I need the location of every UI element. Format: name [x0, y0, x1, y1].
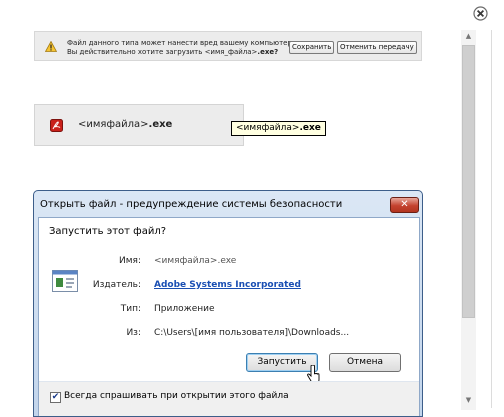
always-ask-label[interactable]: Всегда спрашивать при открытии этого фай… [64, 391, 289, 401]
name-value: <имяфайла>.exe [154, 256, 237, 266]
dialog-footer: ✔ Всегда спрашивать при открытии этого ф… [39, 382, 419, 416]
download-filename-base: <имяфайла> [78, 119, 149, 130]
close-circle-icon[interactable] [473, 6, 488, 21]
scrollbar[interactable]: ▲ ▼ [461, 30, 476, 410]
publisher-link[interactable]: Adobe Systems Incorporated [154, 280, 301, 290]
publisher-label: Издатель: [92, 280, 141, 290]
name-label: Имя: [119, 256, 141, 266]
download-filename-ext: .exe [148, 119, 173, 130]
from-label: Из: [126, 328, 141, 338]
download-warning-bar: Файл данного типа может нанести вред ваш… [34, 31, 422, 61]
tooltip-filename-base: <имяфайла> [236, 123, 300, 133]
tooltip-filename-ext: .exe [299, 123, 321, 133]
cancel-download-button[interactable]: Отменить передачу [337, 41, 417, 54]
filename-tooltip: <имяфайла>.exe [231, 121, 326, 136]
always-ask-checkbox[interactable]: ✔ [50, 392, 61, 403]
dialog-close-button[interactable]: ✕ [390, 197, 419, 213]
pdf-file-icon [50, 119, 63, 132]
dialog-body: Запустить этот файл? Имя: <имяфайла>.exe… [38, 217, 420, 416]
security-warning-dialog: Открыть файл - предупреждение системы бе… [33, 190, 423, 417]
type-label: Тип: [120, 304, 141, 314]
dialog-title: Открыть файл - предупреждение системы бе… [40, 199, 343, 210]
scroll-down-arrow-icon[interactable]: ▼ [461, 394, 476, 406]
download-item[interactable]: <имяфайла>.exe [34, 104, 244, 146]
scrollbar-thumb[interactable] [462, 45, 475, 318]
save-button[interactable]: Сохранить [289, 41, 335, 54]
warning-text-line1: Файл данного типа может нанести вред ваш… [67, 39, 299, 47]
warning-triangle-icon [44, 40, 58, 52]
dialog-question: Запустить этот файл? [49, 226, 167, 237]
scroll-up-arrow-icon[interactable]: ▲ [461, 30, 476, 42]
warning-filename: <имя_файла> [204, 48, 258, 56]
type-value: Приложение [154, 304, 215, 314]
download-filename: <имяфайла>.exe [78, 119, 172, 130]
from-value: C:\Users\[имя пользователя]\Downloads... [154, 328, 350, 338]
panel-divider [491, 30, 492, 408]
cancel-button[interactable]: Отмена [329, 353, 401, 372]
warning-text-line2: Вы действительно хотите загрузить <имя_ф… [67, 48, 278, 56]
warning-text-prefix: Вы действительно хотите загрузить [67, 48, 205, 56]
warning-extension: .exe? [257, 48, 279, 56]
